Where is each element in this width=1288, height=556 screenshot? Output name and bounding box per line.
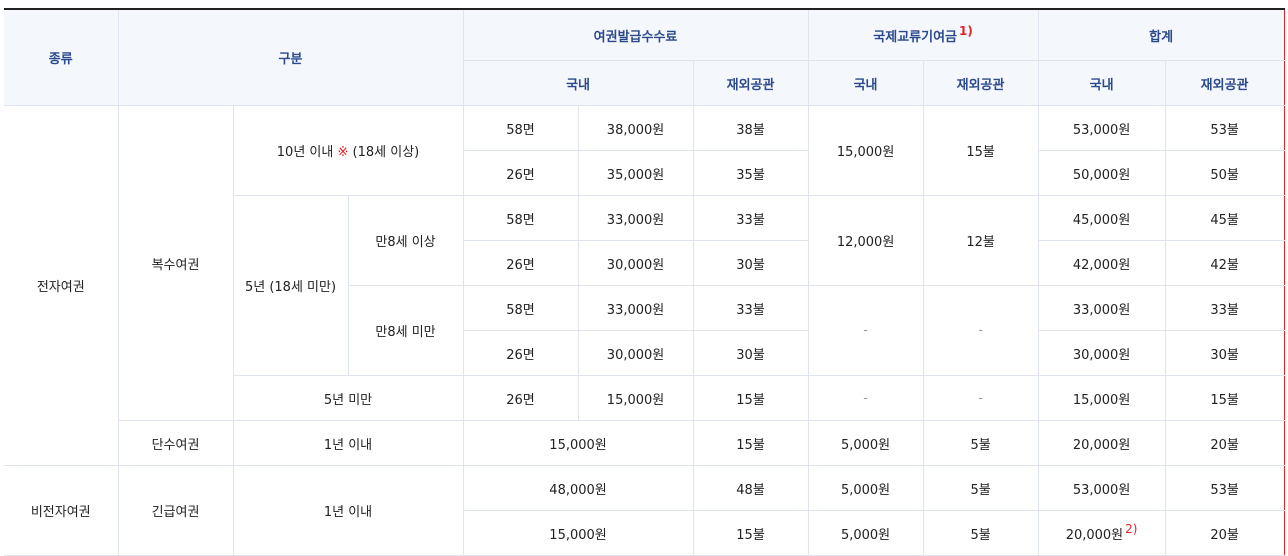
age-8-over: 만8세 이상 [347,195,464,286]
fee-domestic: 33,000원 [577,195,694,241]
page-count: 26면 [463,240,579,286]
fee-domestic: 30,000원 [577,240,694,286]
total-overseas: 20불 [1164,510,1285,556]
fee-overseas: 33불 [692,285,809,331]
header-type: 종류 [4,8,119,106]
table-row: 단수여권 1년 이내 15,000원 15불 5,000원 5불 20,000원… [4,420,1285,466]
table-row: 전자여권 복수여권 10년 이내 ※ (18세 이상) 58면 38,000원 … [4,105,1285,466]
asterisk-mark: ※ [337,145,349,160]
table-row: 비전자여권 긴급여권 1년 이내 48,000원 48불 5,000원 5불 5… [4,465,1285,556]
period-10yr: 10년 이내 ※ (18세 이상) [232,105,464,196]
category-multiple: 복수여권 [117,105,234,421]
total-domestic: 42,000원 [1037,240,1166,286]
fee-domestic: 30,000원 [577,330,694,376]
header-intl-domestic: 국내 [807,60,924,106]
header-fee-domestic: 국내 [463,60,694,106]
header-intl-overseas: 재외공관 [922,60,1039,106]
fee-overseas: 30불 [692,330,809,376]
header-row-1: 종류 구분 여권발급수수료 국제교류기여금 1) 합계 [4,8,1285,106]
total-overseas: 50불 [1164,150,1285,196]
total-domestic-value: 20,000원 [1065,527,1124,543]
period-10yr-label: 10년 이내 [276,145,334,160]
fee-domestic: 15,000원 [463,510,694,556]
page-count: 58면 [462,195,579,241]
intl-overseas: 5불 [922,510,1039,556]
passport-fee-table: 종류 구분 여권발급수수료 국제교류기여금 1) 합계 국내 재외공관 국내 재외… [4,8,1285,556]
type-electronic: 전자여권 [4,105,119,466]
header-fee-overseas: 재외공관 [692,60,809,106]
period-1yr: 1년 이내 [232,465,464,556]
period-under-5yr: 5년 미만 [233,375,464,421]
fee-overseas: 15불 [692,420,809,466]
intl-overseas: 12불 [922,195,1039,286]
header-total: 합계 [1037,8,1285,61]
intl-overseas: 5불 [922,420,1039,466]
page-count: 58면 [462,105,579,151]
fee-domestic: 35,000원 [577,150,694,196]
total-overseas: 53불 [1164,465,1285,511]
fee-domestic: 33,000원 [577,285,694,331]
intl-domestic: 5,000원 [807,420,924,466]
total-overseas: 45불 [1164,195,1285,241]
intl-domestic: - [807,375,924,421]
intl-domestic: 15,000원 [807,105,924,196]
fee-overseas: 33불 [692,195,809,241]
intl-overseas: 15불 [922,105,1039,196]
total-overseas: 53불 [1164,105,1285,151]
fee-overseas: 15불 [692,510,809,556]
page-count: 26면 [463,330,579,376]
fee-domestic: 38,000원 [577,105,694,151]
total-domestic: 45,000원 [1037,195,1166,241]
header-category: 구분 [117,8,464,106]
header-intl-contribution: 국제교류기여금 1) [807,8,1039,61]
total-domestic: 33,000원 [1037,285,1166,331]
total-domestic: 30,000원 [1037,330,1166,376]
category-single: 단수여권 [118,420,234,466]
fee-domestic: 15,000원 [462,420,694,466]
category-emergency: 긴급여권 [117,465,234,556]
footnote-1[interactable]: 1) [959,24,973,38]
intl-domestic: 5,000원 [807,465,924,511]
period-1yr: 1년 이내 [232,420,464,466]
type-non-electronic: 비전자여권 [4,465,119,556]
intl-overseas: - [922,285,1039,376]
period-5yr: 5년 (18세 미만) [233,195,349,376]
fee-overseas: 15불 [692,375,809,421]
intl-domestic: 5,000원 [807,510,924,556]
total-overseas: 30불 [1164,330,1285,376]
total-domestic: 53,000원 [1037,465,1166,511]
total-overseas: 15불 [1164,375,1285,421]
total-domestic: 50,000원 [1037,150,1166,196]
page-count: 26면 [462,375,579,421]
intl-domestic: 12,000원 [807,195,924,286]
header-passport-fee: 여권발급수수료 [462,8,809,61]
header-intl-label: 국제교류기여금 [873,29,958,45]
fee-domestic: 48,000원 [462,465,694,511]
total-overseas: 20불 [1164,420,1285,466]
page-count: 26면 [463,150,579,196]
total-domestic: 15,000원 [1037,375,1166,421]
age-8-under: 만8세 미만 [348,285,464,376]
total-overseas: 42불 [1164,240,1285,286]
footnote-2[interactable]: 2) [1125,522,1137,536]
header-total-overseas: 재외공관 [1164,60,1285,106]
total-domestic: 20,000원 2) [1037,510,1166,556]
intl-overseas: 5불 [922,465,1039,511]
total-overseas: 33불 [1164,285,1285,331]
fee-overseas: 48불 [692,465,809,511]
total-domestic: 53,000원 [1037,105,1166,151]
header-total-domestic: 국내 [1037,60,1166,106]
fee-overseas: 38불 [692,105,809,151]
intl-domestic: - [807,285,924,376]
fee-domestic: 15,000원 [577,375,694,421]
fee-overseas: 30불 [692,240,809,286]
fee-overseas: 35불 [692,150,809,196]
period-10yr-age: (18세 이상) [352,145,420,160]
total-domestic: 20,000원 [1037,420,1166,466]
intl-overseas: - [922,375,1039,421]
page-count: 58면 [462,285,579,331]
